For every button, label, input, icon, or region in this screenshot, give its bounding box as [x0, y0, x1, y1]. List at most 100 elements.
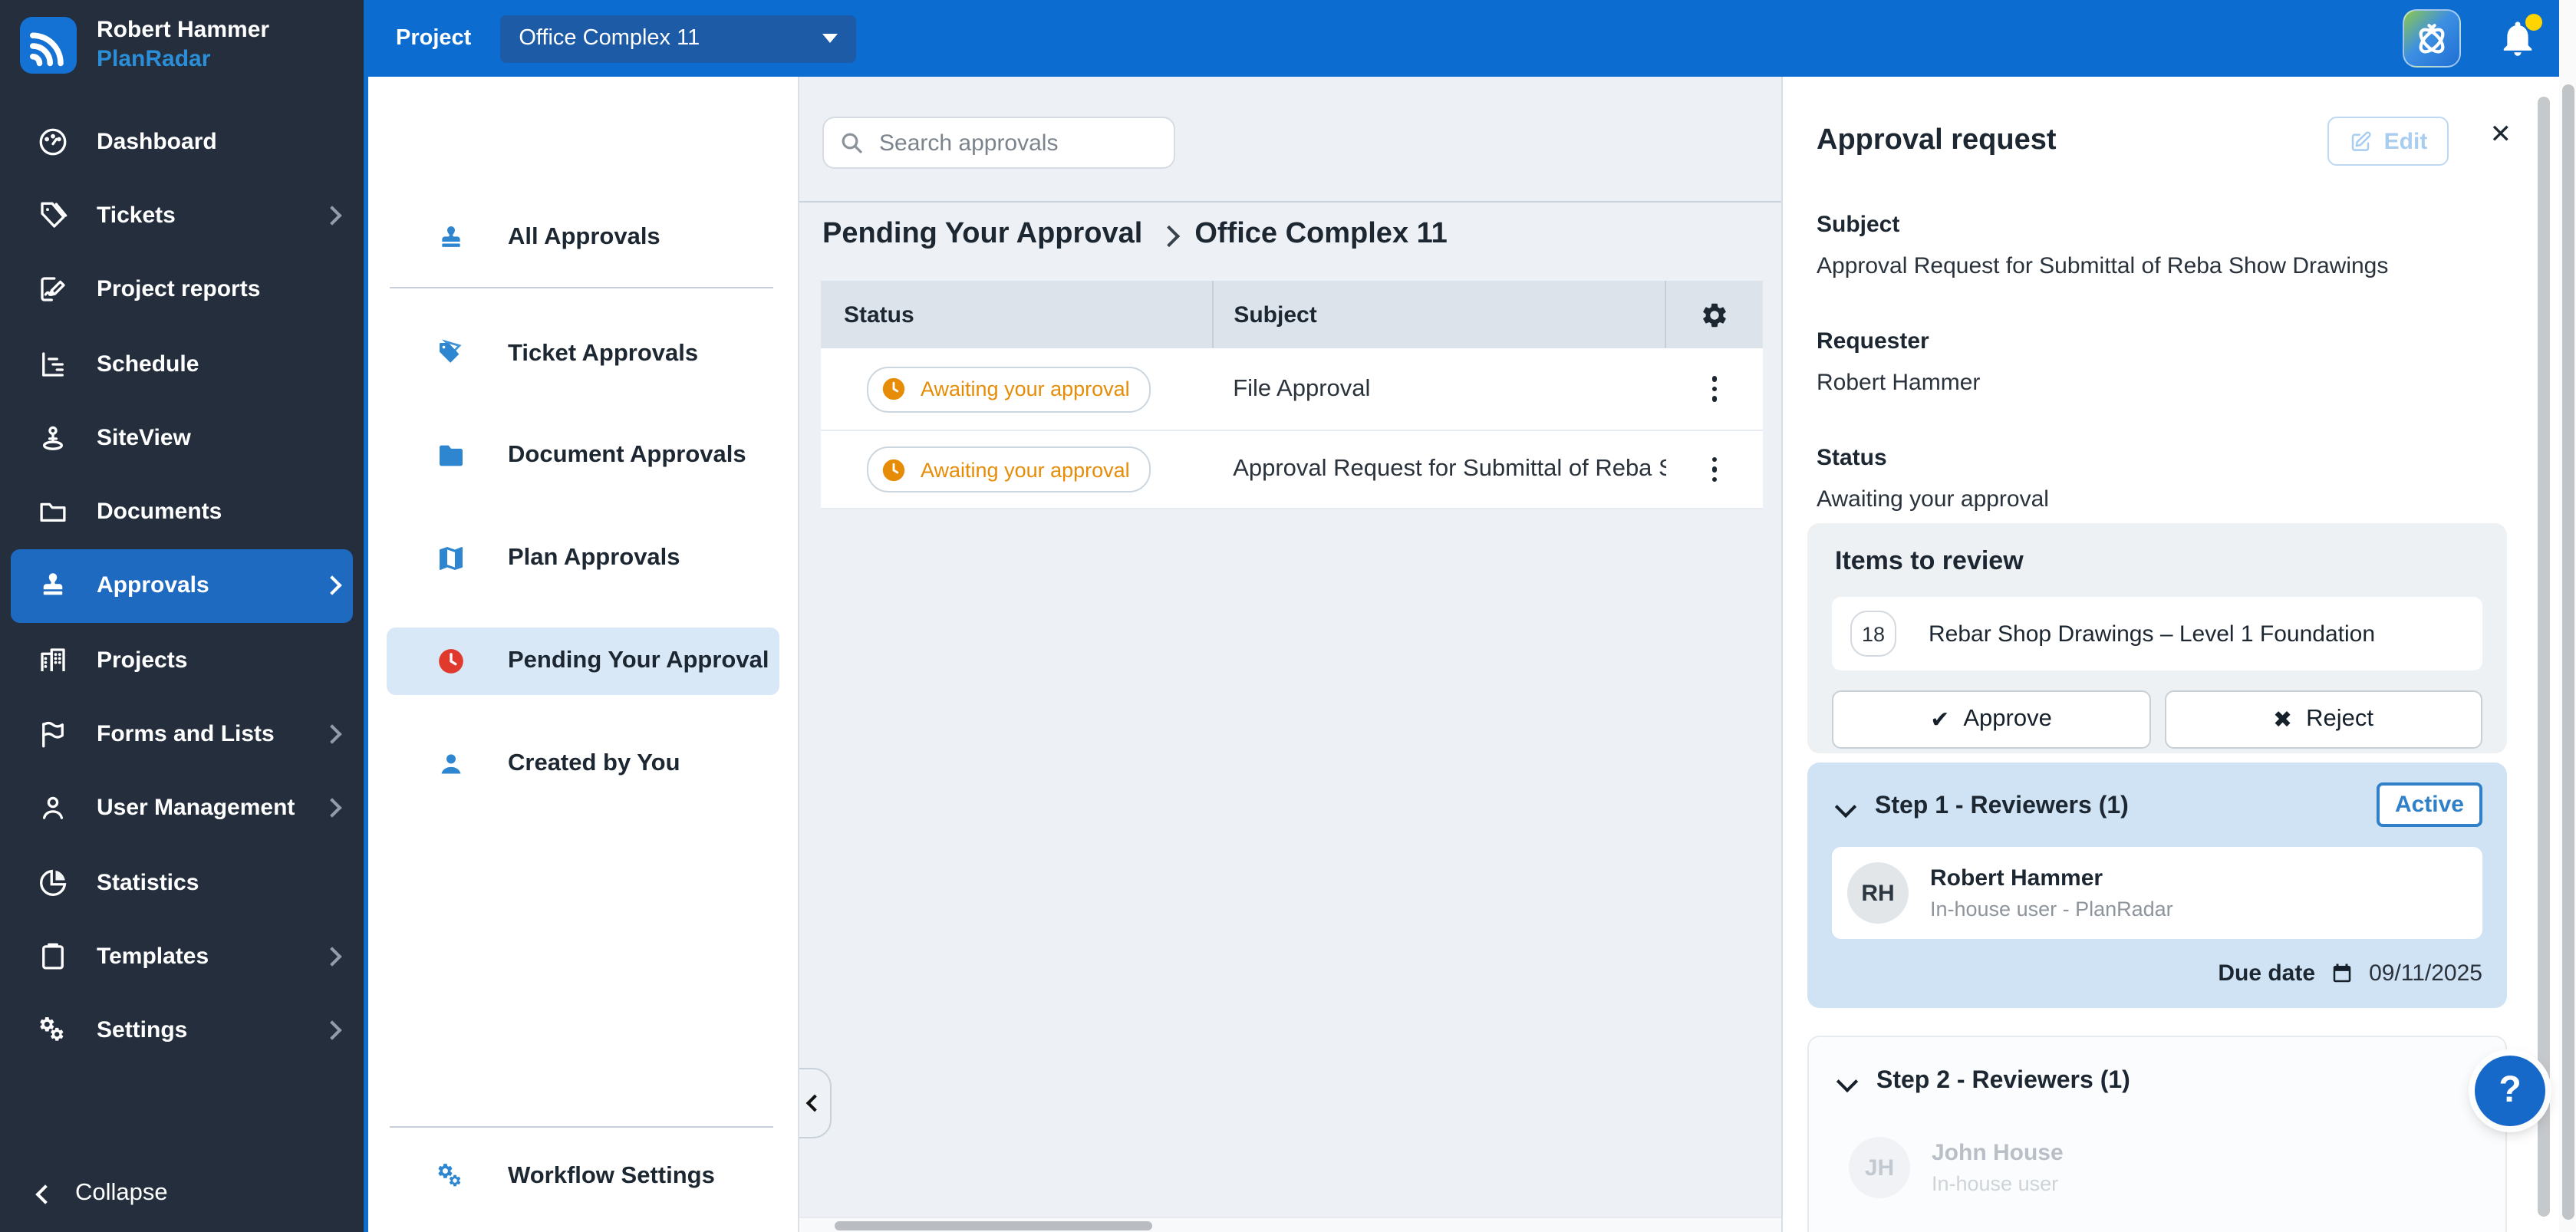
page-scrollbar[interactable] — [2559, 0, 2576, 1232]
status-badge: Awaiting your approval — [867, 366, 1151, 412]
horizontal-scrollbar[interactable] — [799, 1217, 1781, 1232]
field-label: Status — [1817, 445, 1887, 471]
workflow-gears-icon — [436, 1161, 466, 1192]
dashboard-icon — [37, 125, 69, 157]
table-settings-button[interactable] — [1665, 281, 1763, 348]
top-bar: Project Office Complex 11 — [368, 0, 2559, 77]
table-row[interactable]: Awaiting your approval File Approval — [821, 348, 1763, 431]
subnav-item-label: All Approvals — [508, 224, 660, 250]
table-row[interactable]: Awaiting your approval Approval Request … — [821, 431, 1763, 509]
sidebar-item-label: Approvals — [97, 572, 209, 599]
sidebar-item-label: Settings — [97, 1017, 188, 1044]
avatar: JH — [1849, 1137, 1910, 1198]
divider — [390, 287, 773, 288]
review-item[interactable]: 18 Rebar Shop Drawings – Level 1 Foundat… — [1832, 597, 2482, 670]
reject-button[interactable]: ✖ Reject — [2164, 690, 2482, 749]
breadcrumb-first[interactable]: Pending Your Approval — [822, 218, 1142, 252]
items-to-review-title: Items to review — [1835, 546, 2024, 575]
sidebar-item-siteview[interactable]: SiteView — [0, 400, 364, 475]
items-to-review-card: Items to review 18 Rebar Shop Drawings –… — [1807, 523, 2507, 753]
sidebar-item-user-management[interactable]: User Management — [0, 771, 364, 845]
sidebar-item-documents[interactable]: Documents — [0, 475, 364, 549]
search-box[interactable] — [822, 117, 1175, 169]
collapse-label: Collapse — [75, 1180, 168, 1206]
approvals-sidebar: All Approvals Ticket Approvals Document … — [368, 77, 798, 1232]
field-value: Approval Request for Submittal of Reba S… — [1817, 253, 2389, 279]
sidebar-item-statistics[interactable]: Statistics — [0, 845, 364, 920]
report-icon — [37, 273, 69, 305]
row-menu-button[interactable] — [1706, 450, 1724, 489]
reviewer-subtitle: In-house user — [1932, 1172, 2059, 1195]
main-sidebar: Robert Hammer PlanRadar Dashboard Ticket… — [0, 0, 368, 1232]
subnav-item-plan-approvals[interactable]: Plan Approvals — [368, 525, 798, 592]
planradar-logo — [20, 17, 77, 74]
sidebar-item-project-reports[interactable]: Project reports — [0, 252, 364, 327]
pie-chart-icon — [37, 866, 69, 898]
sidebar-item-approvals[interactable]: Approvals — [11, 548, 353, 624]
sidebar-item-label: User Management — [97, 795, 295, 822]
sidebar-item-label: Dashboard — [97, 128, 217, 155]
reviewer-subtitle: In-house user - PlanRadar — [1930, 898, 2173, 921]
subnav-item-ticket-approvals[interactable]: Ticket Approvals — [368, 321, 798, 388]
row-menu-button[interactable] — [1706, 370, 1724, 408]
subnav-item-document-approvals[interactable]: Document Approvals — [368, 422, 798, 489]
panel-scrollbar-thumb[interactable] — [2538, 97, 2550, 1217]
siteview-icon — [37, 422, 69, 454]
collapse-subnav-handle[interactable] — [799, 1068, 832, 1138]
chevron-left-icon — [35, 1184, 55, 1204]
approve-button[interactable]: ✔ Approve — [1832, 690, 2150, 749]
sidebar-item-settings[interactable]: Settings — [0, 993, 364, 1068]
clipboard-icon — [37, 940, 69, 973]
reviewer-name: John House — [1932, 1140, 2064, 1166]
stamp-icon — [37, 570, 69, 602]
chevron-right-icon — [322, 798, 342, 819]
step-1-card: Step 1 - Reviewers (1) Active RH Robert … — [1807, 763, 2507, 1008]
search-input[interactable] — [876, 128, 1143, 157]
sidebar-item-tickets[interactable]: Tickets — [0, 179, 364, 253]
subnav-item-label: Created by You — [508, 750, 680, 776]
connect-app-button[interactable] — [2403, 9, 2461, 68]
folder-icon — [37, 496, 69, 528]
field-label: Requester — [1817, 328, 1929, 354]
gear-icon — [1700, 300, 1729, 329]
collapse-sidebar-button[interactable]: Collapse — [35, 1180, 168, 1207]
subnav-item-pending-your-approval[interactable]: Pending Your Approval — [387, 628, 779, 695]
horizontal-scrollbar-thumb[interactable] — [835, 1220, 1152, 1230]
reviewer-name: Robert Hammer — [1930, 865, 2103, 891]
field-value: Robert Hammer — [1817, 370, 1981, 396]
user-name: Robert Hammer — [97, 17, 270, 43]
page-scrollbar-thumb[interactable] — [2561, 84, 2574, 1220]
step-1-header[interactable]: Step 1 - Reviewers (1) Active — [1832, 782, 2482, 830]
connect-icon — [2413, 20, 2450, 57]
sidebar-item-label: Statistics — [97, 869, 199, 896]
awaiting-clock-icon — [882, 458, 905, 481]
awaiting-clock-icon — [882, 377, 905, 400]
sidebar-item-forms-and-lists[interactable]: Forms and Lists — [0, 697, 364, 772]
sidebar-item-schedule[interactable]: Schedule — [0, 327, 364, 401]
subnav-item-created-by-you[interactable]: Created by You — [368, 730, 798, 798]
stamp-icon — [436, 222, 466, 253]
notifications-button[interactable] — [2498, 14, 2542, 60]
close-icon[interactable]: ✕ — [2490, 120, 2512, 150]
sidebar-item-projects[interactable]: Projects — [0, 623, 364, 697]
subnav-item-all-approvals[interactable]: All Approvals — [368, 204, 798, 272]
subnav-item-workflow-settings[interactable]: Workflow Settings — [368, 1143, 798, 1211]
sidebar-item-templates[interactable]: Templates — [0, 920, 364, 994]
divider — [390, 1126, 773, 1128]
subnav-item-label: Document Approvals — [508, 442, 746, 468]
breadcrumb-separator-icon — [1158, 224, 1180, 247]
subnav-item-label: Pending Your Approval — [508, 647, 769, 674]
column-header-subject[interactable]: Subject — [1212, 281, 1665, 348]
chevron-down-icon — [1836, 1070, 1859, 1093]
sidebar-item-dashboard[interactable]: Dashboard — [0, 104, 364, 179]
field-value: Awaiting your approval — [1817, 486, 2049, 512]
edit-button[interactable]: Edit — [2327, 117, 2449, 166]
step-2-header[interactable]: Step 2 - Reviewers (1) — [1833, 1059, 2481, 1105]
calendar-icon — [2331, 962, 2354, 985]
field-label: Subject — [1817, 212, 1900, 238]
step-title: Step 2 - Reviewers (1) — [1876, 1068, 2130, 1094]
project-selector[interactable]: Office Complex 11 — [500, 15, 857, 62]
account-block[interactable]: Robert Hammer PlanRadar — [0, 0, 364, 74]
column-header-status[interactable]: Status — [821, 301, 1212, 328]
help-button[interactable]: ? — [2475, 1056, 2545, 1126]
